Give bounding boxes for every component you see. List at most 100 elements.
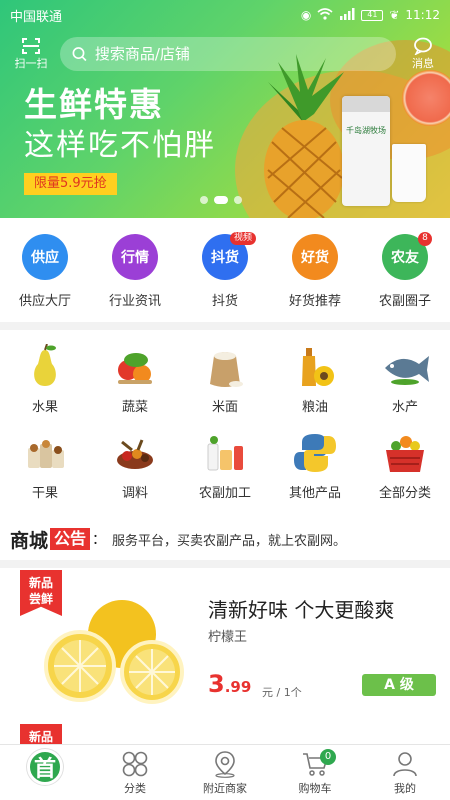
fish-icon bbox=[385, 356, 429, 385]
pagination-dot-active[interactable] bbox=[214, 196, 228, 204]
quick-item-market[interactable]: 行情 行业资讯 bbox=[90, 228, 180, 320]
category-fruit[interactable]: 水果 bbox=[0, 338, 90, 424]
quick-item-label: 供应大厅 bbox=[18, 294, 71, 309]
processed-goods-icon bbox=[207, 436, 243, 471]
quick-item-label: 农副圈子 bbox=[378, 294, 431, 309]
price-integer: 3 bbox=[208, 670, 225, 698]
quick-item-video-goods[interactable]: 抖货 视频 抖货 bbox=[180, 228, 270, 320]
tab-label: 附近商家 bbox=[203, 782, 247, 795]
supply-icon: 供应 bbox=[22, 234, 68, 280]
category-label: 农副加工 bbox=[198, 486, 251, 501]
category-aquatic[interactable]: 水产 bbox=[360, 338, 450, 424]
banner-title: 生鲜特惠 bbox=[24, 85, 164, 124]
banner-copy: 生鲜特惠 这样吃不怕胖 bbox=[24, 84, 216, 166]
scan-label: 扫一扫 bbox=[14, 57, 48, 70]
quick-item-label: 抖货 bbox=[211, 294, 238, 309]
scan-button[interactable]: 扫一扫 bbox=[10, 37, 52, 71]
notification-badge: 8 bbox=[418, 232, 432, 246]
category-label: 调料 bbox=[121, 486, 148, 501]
status-time: 11:12 bbox=[405, 8, 440, 22]
vegetables-icon bbox=[118, 353, 152, 384]
category-vegetables[interactable]: 蔬菜 bbox=[90, 338, 180, 424]
tab-label: 分类 bbox=[124, 782, 146, 795]
status-bar: 中国联通 ◉ 41 ❦ 11:12 bbox=[0, 0, 450, 30]
search-icon bbox=[72, 47, 87, 62]
category-label: 其他产品 bbox=[288, 486, 341, 501]
category-label: 粮油 bbox=[301, 400, 328, 415]
location-pin-icon bbox=[215, 751, 235, 778]
carrier-name: 中国联通 bbox=[10, 9, 63, 25]
category-seasoning[interactable]: 调料 bbox=[90, 424, 180, 510]
rice-sack-icon bbox=[210, 352, 243, 387]
quick-item-supply[interactable]: 供应 供应大厅 bbox=[0, 228, 90, 320]
category-grain-oil[interactable]: 粮油 bbox=[270, 338, 360, 424]
banner-promo-tag: 限量5.9元抢 bbox=[24, 173, 117, 195]
oil-bottle-icon bbox=[302, 348, 334, 386]
tab-cart[interactable]: 0 购物车 bbox=[270, 745, 360, 800]
category-rice-flour[interactable]: 米面 bbox=[180, 338, 270, 424]
pear-icon bbox=[34, 344, 56, 386]
category-all[interactable]: 全部分类 bbox=[360, 424, 450, 510]
tab-home[interactable]: 首 bbox=[0, 745, 90, 800]
video-badge: 视频 bbox=[230, 232, 257, 245]
category-dried-fruit[interactable]: 干果 bbox=[0, 424, 90, 510]
announcement-bar[interactable]: 商城 公告 ： 服务平台，买卖农副产品，就上农副网。 bbox=[0, 518, 450, 560]
announcement-tag: 公告 bbox=[50, 528, 91, 550]
product-price: 3.99 bbox=[208, 670, 251, 698]
tab-label: 购物车 bbox=[298, 782, 332, 795]
cart-count-badge: 0 bbox=[320, 749, 336, 765]
category-label: 水产 bbox=[391, 400, 418, 415]
grade-badge: A 级 bbox=[362, 674, 436, 696]
ribbon-text: 新品 bbox=[28, 576, 53, 590]
tab-nearby[interactable]: 附近商家 bbox=[180, 745, 270, 800]
quick-item-good-goods[interactable]: 好货 好货推荐 bbox=[270, 228, 360, 320]
category-label: 蔬菜 bbox=[121, 400, 148, 415]
nuts-icon bbox=[28, 440, 64, 468]
home-icon: 首 bbox=[27, 749, 63, 785]
category-other[interactable]: 其他产品 bbox=[270, 424, 360, 510]
milk-glass-image bbox=[392, 144, 426, 202]
wifi-icon bbox=[317, 7, 333, 23]
banner-subtitle: 这样吃不怕胖 bbox=[24, 128, 216, 163]
pagination-dot[interactable] bbox=[234, 196, 242, 204]
user-icon bbox=[393, 752, 417, 777]
messages-label: 消息 bbox=[412, 57, 434, 70]
tab-profile[interactable]: 我的 bbox=[360, 745, 450, 800]
other-products-icon bbox=[294, 434, 336, 472]
product-card[interactable]: 新品 尝鲜 清新好味 个大更酸爽 柠檬王 3.99 元 / 1个 A 级 bbox=[0, 570, 450, 720]
milk-brand-label: 千岛湖牧场 bbox=[346, 126, 386, 135]
grapefruit-image bbox=[402, 70, 450, 126]
app-root: 中国联通 ◉ 41 ❦ 11:12 扫一扫 搜索商品/店铺 消息 生鲜特惠 这样… bbox=[0, 0, 450, 800]
hero-banner[interactable]: 中国联通 ◉ 41 ❦ 11:12 扫一扫 搜索商品/店铺 消息 生鲜特惠 这样… bbox=[0, 0, 450, 218]
ribbon-text: 新品 bbox=[28, 730, 53, 744]
announcement-text: 服务平台，买卖农副产品，就上农副网。 bbox=[112, 533, 347, 549]
banner-pagination bbox=[200, 196, 242, 204]
category-label: 全部分类 bbox=[378, 486, 431, 501]
tab-label: 我的 bbox=[394, 782, 416, 795]
bottom-tab-bar: 首 分类 附近商家 0 购物车 我的 bbox=[0, 744, 450, 800]
price-unit: 元 / 1个 bbox=[262, 686, 302, 699]
quick-item-label: 好货推荐 bbox=[288, 294, 341, 309]
status-icons: ◉ 41 ❦ 11:12 bbox=[301, 7, 440, 23]
pagination-dot[interactable] bbox=[200, 196, 208, 204]
quick-entries: 供应 供应大厅 行情 行业资讯 抖货 视频 抖货 好货 好货推荐 农友 8 农副… bbox=[0, 228, 450, 320]
quick-item-farmer-circle[interactable]: 农友 8 农副圈子 bbox=[360, 228, 450, 320]
signal-icon bbox=[339, 7, 355, 23]
good-goods-icon: 好货 bbox=[292, 234, 338, 280]
market-trend-icon: 行情 bbox=[112, 234, 158, 280]
category-processed[interactable]: 农副加工 bbox=[180, 424, 270, 510]
basket-icon bbox=[386, 436, 424, 472]
product-subtitle: 柠檬王 bbox=[208, 630, 248, 645]
mall-brand: 商城 bbox=[10, 529, 49, 552]
scan-icon bbox=[22, 38, 40, 54]
section-divider bbox=[0, 322, 450, 330]
lemon-image bbox=[44, 600, 184, 704]
announcement-colon: ： bbox=[92, 532, 107, 548]
tab-category[interactable]: 分类 bbox=[90, 745, 180, 800]
leaf-icon: ❦ bbox=[389, 8, 400, 22]
price-decimal: .99 bbox=[224, 678, 252, 696]
messages-button[interactable]: 消息 bbox=[406, 37, 440, 71]
milk-carton-image: 千岛湖牧场 bbox=[342, 96, 390, 206]
spices-icon bbox=[117, 439, 153, 469]
chat-bubble-icon bbox=[414, 37, 432, 55]
